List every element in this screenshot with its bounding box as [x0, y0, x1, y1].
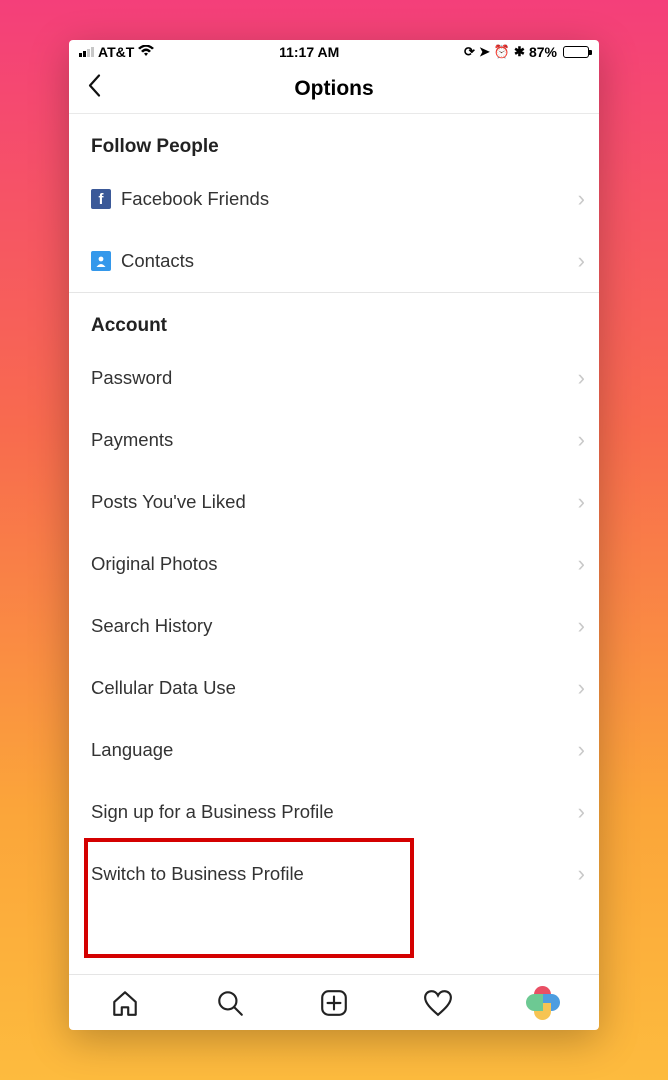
battery-icon — [563, 46, 589, 58]
tab-search[interactable] — [177, 975, 281, 1030]
chevron-right-icon: › — [578, 186, 585, 212]
tab-home[interactable] — [73, 975, 177, 1030]
contacts-icon — [91, 251, 111, 271]
chevron-right-icon: › — [578, 248, 585, 274]
home-icon — [110, 988, 140, 1018]
chevron-right-icon: › — [578, 427, 585, 453]
chevron-right-icon: › — [578, 365, 585, 391]
search-icon — [215, 988, 245, 1018]
tab-bar — [69, 974, 599, 1030]
chevron-right-icon: › — [578, 613, 585, 639]
row-signup-business[interactable]: Sign up for a Business Profile › — [69, 781, 599, 843]
row-facebook-friends[interactable]: f Facebook Friends › — [69, 168, 599, 230]
rotation-lock-icon: ⟳ — [464, 44, 475, 60]
chevron-right-icon: › — [578, 799, 585, 825]
signal-icon — [79, 47, 94, 57]
row-label: Original Photos — [91, 553, 578, 575]
section-header-follow: Follow People — [69, 114, 599, 168]
back-button[interactable] — [79, 69, 111, 108]
row-label: Posts You've Liked — [91, 491, 578, 513]
section-header-account: Account — [69, 293, 599, 347]
tab-activity[interactable] — [386, 975, 490, 1030]
row-label: Sign up for a Business Profile — [91, 801, 578, 823]
row-contacts[interactable]: Contacts › — [69, 230, 599, 292]
location-icon: ➤ — [479, 44, 490, 60]
chevron-right-icon: › — [578, 861, 585, 887]
status-right: ⟳ ➤ ⏰ ✱ 87% — [464, 44, 589, 60]
status-time: 11:17 AM — [279, 44, 339, 60]
chevron-right-icon: › — [578, 737, 585, 763]
alarm-icon: ⏰ — [494, 44, 510, 60]
chevron-right-icon: › — [578, 551, 585, 577]
status-left: AT&T — [79, 44, 154, 60]
row-label: Password — [91, 367, 578, 389]
row-payments[interactable]: Payments › — [69, 409, 599, 471]
add-post-icon — [319, 988, 349, 1018]
content-scroll[interactable]: Follow People f Facebook Friends › Conta… — [69, 114, 599, 974]
row-label: Payments — [91, 429, 578, 451]
row-label: Search History — [91, 615, 578, 637]
row-search-history[interactable]: Search History › — [69, 595, 599, 657]
row-label: Switch to Business Profile — [91, 863, 578, 885]
battery-pct: 87% — [529, 44, 557, 60]
row-language[interactable]: Language › — [69, 719, 599, 781]
row-label: Contacts — [121, 250, 578, 272]
row-posts-liked[interactable]: Posts You've Liked › — [69, 471, 599, 533]
tab-add[interactable] — [282, 975, 386, 1030]
carrier-label: AT&T — [98, 44, 134, 60]
profile-icon — [526, 986, 560, 1020]
row-cellular-data[interactable]: Cellular Data Use › — [69, 657, 599, 719]
tab-profile[interactable] — [491, 975, 595, 1030]
phone-frame: AT&T 11:17 AM ⟳ ➤ ⏰ ✱ 87% Options Follow… — [69, 40, 599, 1030]
nav-header: Options — [69, 64, 599, 114]
status-bar: AT&T 11:17 AM ⟳ ➤ ⏰ ✱ 87% — [69, 40, 599, 64]
facebook-icon: f — [91, 189, 111, 209]
heart-icon — [423, 988, 453, 1018]
row-password[interactable]: Password › — [69, 347, 599, 409]
row-switch-business[interactable]: Switch to Business Profile › — [69, 843, 599, 905]
row-label: Language — [91, 739, 578, 761]
row-label: Cellular Data Use — [91, 677, 578, 699]
chevron-right-icon: › — [578, 489, 585, 515]
row-label: Facebook Friends — [121, 188, 578, 210]
chevron-right-icon: › — [578, 675, 585, 701]
chevron-left-icon — [87, 73, 103, 97]
wifi-icon — [138, 44, 154, 60]
page-title: Options — [294, 77, 373, 101]
bluetooth-icon: ✱ — [514, 44, 525, 60]
row-original-photos[interactable]: Original Photos › — [69, 533, 599, 595]
